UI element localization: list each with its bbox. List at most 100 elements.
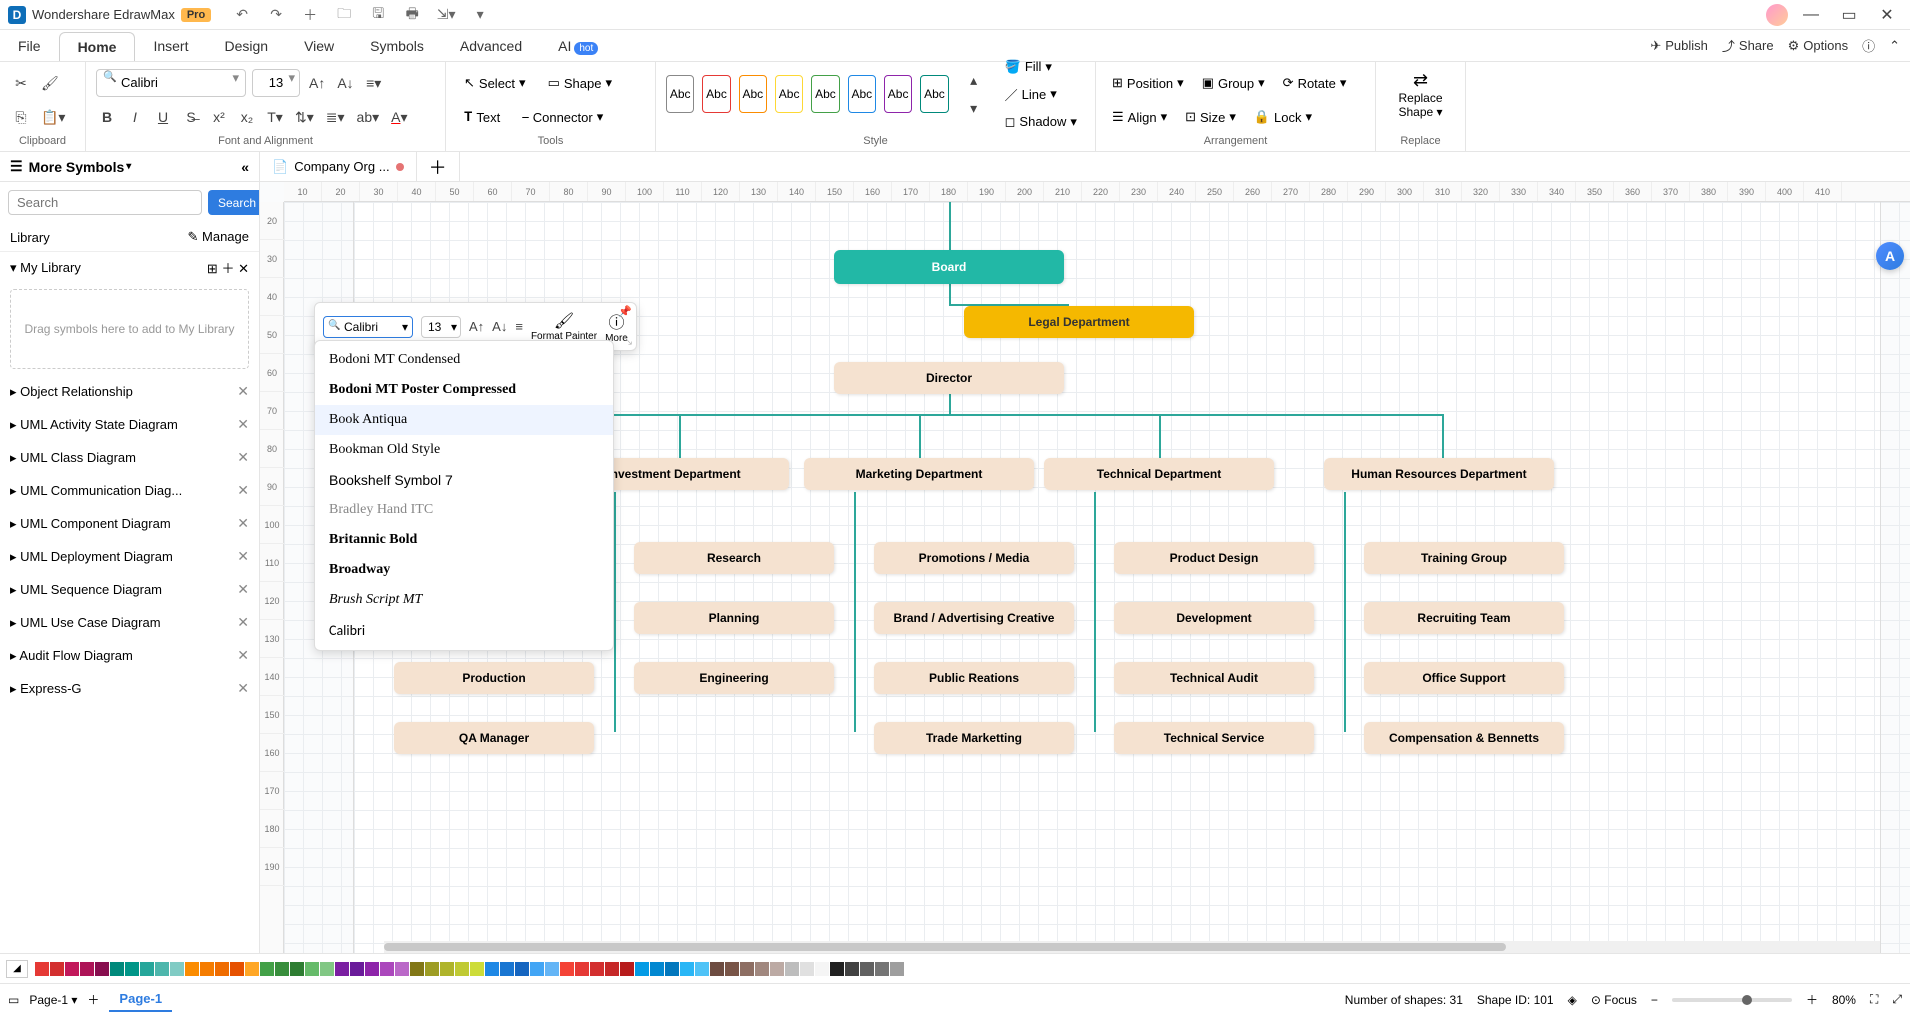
lib-action-1-icon[interactable]: ⊞ — [207, 261, 218, 276]
library-label[interactable]: Library — [10, 230, 50, 245]
color-swatch[interactable] — [635, 962, 649, 976]
list-icon[interactable]: ≣▾ — [323, 104, 348, 130]
color-swatch[interactable] — [80, 962, 94, 976]
color-swatch[interactable] — [590, 962, 604, 976]
zoom-thumb[interactable] — [1742, 995, 1752, 1005]
color-swatch[interactable] — [560, 962, 574, 976]
zoom-level[interactable]: 80% — [1832, 993, 1856, 1007]
color-swatch[interactable] — [320, 962, 334, 976]
menu-file[interactable]: File — [0, 32, 59, 60]
canvas-scrollbar-horizontal[interactable] — [384, 941, 1880, 953]
color-swatch[interactable] — [185, 962, 199, 976]
close-icon[interactable]: ✕ — [1872, 3, 1902, 27]
symbol-category-item[interactable]: ▸ UML Use Case Diagram✕ — [0, 606, 259, 639]
font-option[interactable]: Bodoni MT Poster Compressed — [315, 375, 613, 405]
style-preset-2[interactable]: Abc — [702, 75, 730, 113]
fill-button[interactable]: 🪣 Fill ▾ — [997, 55, 1085, 79]
position-button[interactable]: ⊞ Position▾ — [1106, 71, 1190, 95]
line-button[interactable]: ／ Line ▾ — [997, 81, 1085, 108]
strike-icon[interactable]: S̶ — [180, 104, 202, 130]
add-page-button[interactable]: ＋ — [87, 991, 99, 1008]
paste-icon[interactable]: 📋▾ — [38, 104, 68, 130]
font-option[interactable]: Bookman Old Style — [315, 435, 613, 465]
color-swatch[interactable] — [200, 962, 214, 976]
print-icon[interactable]: 🖶 — [401, 4, 423, 26]
color-swatch[interactable] — [50, 962, 64, 976]
color-swatch[interactable] — [230, 962, 244, 976]
remove-category-icon[interactable]: ✕ — [237, 515, 249, 532]
remove-category-icon[interactable]: ✕ — [237, 581, 249, 598]
ai-assistant-icon[interactable]: A — [1876, 242, 1904, 270]
color-swatch[interactable] — [155, 962, 169, 976]
color-swatch[interactable] — [260, 962, 274, 976]
menu-insert[interactable]: Insert — [135, 32, 206, 60]
remove-category-icon[interactable]: ✕ — [237, 647, 249, 664]
node-sub[interactable]: QA Manager — [394, 722, 594, 754]
redo-icon[interactable]: ↷ — [265, 4, 287, 26]
font-option[interactable]: Bodoni MT Condensed — [315, 345, 613, 375]
size-button[interactable]: ⊡ Size▾ — [1179, 105, 1242, 129]
italic-icon[interactable]: I — [124, 104, 146, 130]
collapse-ribbon-icon[interactable]: ⌃ — [1889, 38, 1900, 54]
font-option[interactable]: Bookshelf Symbol 7 — [315, 465, 613, 495]
new-tab-button[interactable]: ＋ — [417, 152, 460, 181]
color-swatch[interactable] — [725, 962, 739, 976]
page-layout-icon[interactable]: ▭ — [8, 993, 19, 1007]
subscript-icon[interactable]: x₂ — [236, 104, 258, 130]
layers-icon[interactable]: ◈ — [1568, 993, 1577, 1007]
font-option[interactable]: Bradley Hand ITC — [315, 495, 613, 525]
zoom-out-button[interactable]: − — [1651, 993, 1658, 1007]
options-button[interactable]: ⚙ Options — [1788, 38, 1848, 54]
color-swatch[interactable] — [365, 962, 379, 976]
color-swatch[interactable] — [710, 962, 724, 976]
align-button[interactable]: ☰ Align▾ — [1106, 105, 1173, 129]
remove-category-icon[interactable]: ✕ — [237, 680, 249, 697]
new-icon[interactable]: ＋ — [299, 4, 321, 26]
publish-button[interactable]: ✈ Publish — [1650, 38, 1708, 54]
menu-symbols[interactable]: Symbols — [352, 32, 442, 60]
symbol-category-item[interactable]: ▸ UML Sequence Diagram✕ — [0, 573, 259, 606]
float-decrease-font-icon[interactable]: A↓ — [492, 319, 507, 334]
color-swatch[interactable] — [425, 962, 439, 976]
node-board[interactable]: Board — [834, 250, 1064, 284]
node-director[interactable]: Director — [834, 362, 1064, 394]
color-picker-button[interactable]: ◢ — [6, 960, 28, 978]
lock-button[interactable]: 🔒 Lock▾ — [1248, 105, 1318, 129]
color-swatch[interactable] — [380, 962, 394, 976]
menu-ai[interactable]: AIhot — [540, 32, 616, 60]
align-menu-icon[interactable]: ≡▾ — [363, 70, 385, 96]
color-swatch[interactable] — [470, 962, 484, 976]
remove-category-icon[interactable]: ✕ — [237, 416, 249, 433]
color-swatch[interactable] — [875, 962, 889, 976]
symbol-search-input[interactable] — [8, 190, 202, 215]
color-swatch[interactable] — [545, 962, 559, 976]
symbol-category-item[interactable]: ▸ Express-G✕ — [0, 672, 259, 705]
rotate-button[interactable]: ⟳ Rotate▾ — [1277, 71, 1353, 95]
color-swatch[interactable] — [110, 962, 124, 976]
node-dept-marketing[interactable]: Marketing Department — [804, 458, 1034, 490]
node-sub[interactable]: Training Group — [1364, 542, 1564, 574]
style-preset-8[interactable]: Abc — [920, 75, 948, 113]
menu-home[interactable]: Home — [59, 32, 136, 61]
zoom-in-button[interactable]: ＋ — [1806, 991, 1818, 1008]
style-scroll-down-icon[interactable]: ▾ — [963, 95, 985, 121]
symbol-category-item[interactable]: ▸ Audit Flow Diagram✕ — [0, 639, 259, 672]
node-sub[interactable]: Trade Marketting — [874, 722, 1074, 754]
superscript-icon[interactable]: x² — [208, 104, 230, 130]
fullscreen-icon[interactable]: ⤢ — [1892, 992, 1902, 1007]
font-option[interactable]: Calibri — [315, 615, 613, 646]
node-sub[interactable]: Public Reations — [874, 662, 1074, 694]
symbol-category-item[interactable]: ▸ Object Relationship✕ — [0, 375, 259, 408]
remove-category-icon[interactable]: ✕ — [237, 614, 249, 631]
color-swatch[interactable] — [95, 962, 109, 976]
color-swatch[interactable] — [410, 962, 424, 976]
color-swatch[interactable] — [245, 962, 259, 976]
font-family-select[interactable]: Calibri — [96, 69, 246, 97]
color-swatch[interactable] — [530, 962, 544, 976]
font-option[interactable]: Britannic Bold — [315, 525, 613, 555]
color-swatch[interactable] — [65, 962, 79, 976]
maximize-icon[interactable]: ▭ — [1834, 3, 1864, 27]
font-option[interactable]: Book Antiqua — [315, 405, 613, 435]
text-direction-icon[interactable]: ab▾ — [354, 104, 383, 130]
color-swatch[interactable] — [665, 962, 679, 976]
